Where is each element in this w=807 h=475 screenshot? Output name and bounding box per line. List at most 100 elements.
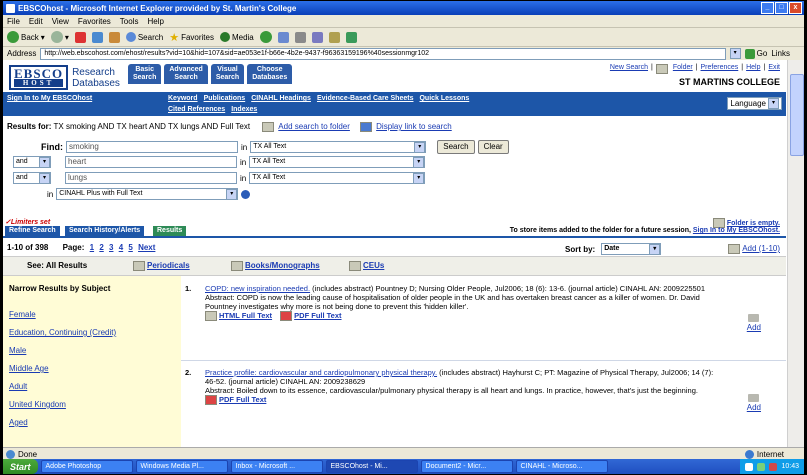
record-2-title[interactable]: Practice profile: cardiovascular and car… [205, 368, 437, 377]
search-term-1[interactable]: smoking [66, 141, 238, 153]
vertical-scrollbar[interactable] [787, 60, 804, 447]
language-select[interactable]: Language ▾ [727, 97, 782, 110]
menu-favorites[interactable]: Favorites [78, 17, 111, 26]
quick-lessons-link[interactable]: Quick Lessons [419, 95, 469, 102]
pdf-full-text-link-2[interactable]: PDF Full Text [205, 395, 266, 406]
bool-select-3[interactable]: and ▾ [13, 172, 51, 184]
scroll-thumb[interactable] [790, 74, 804, 156]
new-search-link[interactable]: New Search [610, 64, 648, 74]
add-search-to-folder-link[interactable]: Add search to folder [278, 122, 350, 131]
clear-button[interactable]: Clear [477, 140, 509, 154]
page-3-link[interactable]: 3 [109, 243, 113, 252]
help-link[interactable]: Help [746, 64, 760, 74]
page-1-link[interactable]: 1 [90, 243, 94, 252]
links-button[interactable]: Links [771, 49, 790, 58]
favorites-button[interactable]: ★ Favorites [169, 31, 214, 44]
record-1-title[interactable]: COPD: new inspiration needed. [205, 284, 310, 293]
menu-help[interactable]: Help [147, 17, 163, 26]
address-dropdown-icon[interactable]: ▾ [729, 48, 741, 59]
subject-united-kingdom[interactable]: United Kingdom [9, 400, 66, 409]
discuss-icon[interactable] [328, 31, 340, 43]
subject-female[interactable]: Female [9, 310, 36, 319]
forward-button[interactable]: ▾ [50, 31, 69, 43]
history-icon[interactable] [259, 31, 272, 43]
add-range-link[interactable]: Add (1-10) [728, 244, 780, 254]
subject-male[interactable]: Male [9, 346, 26, 355]
bool-select-2[interactable]: and ▾ [13, 156, 51, 168]
cited-references-link[interactable]: Cited References [168, 106, 225, 113]
signin-link[interactable]: Sign In to My EBSCOhost [7, 95, 92, 102]
tab-search-history[interactable]: Search History/Alerts [65, 226, 145, 236]
menu-edit[interactable]: Edit [29, 17, 43, 26]
minimize-button[interactable]: _ [761, 2, 774, 14]
tab-choose-databases[interactable]: Choose Databases [247, 64, 293, 84]
store-signin-link[interactable]: Sign In to My EBSCOhost. [693, 227, 780, 234]
field-select-1[interactable]: TX All Text ▾ [250, 141, 427, 153]
tab-advanced-search[interactable]: Advanced Search [164, 64, 208, 84]
tray-icon[interactable] [757, 462, 766, 471]
indexes-link[interactable]: Indexes [231, 106, 257, 113]
page-4-link[interactable]: 4 [119, 243, 123, 252]
keyword-link[interactable]: Keyword [168, 95, 198, 102]
search-term-2[interactable]: heart [65, 156, 237, 168]
record-1-add[interactable]: Add [747, 314, 761, 332]
tab-basic-search[interactable]: Basic Search [128, 64, 162, 84]
task-ebscohost[interactable]: EBSCOhost - Mi... [325, 460, 418, 473]
sort-select[interactable]: Date ▾ [601, 243, 662, 255]
mail-icon[interactable] [277, 31, 289, 43]
page-2-link[interactable]: 2 [99, 243, 103, 252]
menu-view[interactable]: View [52, 17, 69, 26]
back-button[interactable]: Back ▾ [7, 31, 45, 43]
evidence-care-sheets-link[interactable]: Evidence-Based Care Sheets [317, 95, 414, 102]
display-link-to-search[interactable]: Display link to search [376, 122, 452, 131]
search-button[interactable]: Search [125, 32, 163, 42]
address-input[interactable]: http://web.ebscohost.com/ehost/results?v… [40, 47, 726, 60]
edit-icon[interactable] [311, 31, 323, 43]
field-select-3[interactable]: TX All Text ▾ [249, 172, 426, 184]
task-cinahl[interactable]: CINAHL - Microso... [515, 460, 608, 473]
subject-aged[interactable]: Aged [9, 418, 28, 427]
subject-adult[interactable]: Adult [9, 382, 27, 391]
search-button-main[interactable]: Search [437, 140, 475, 154]
stop-icon[interactable] [74, 31, 86, 43]
start-button[interactable]: Start [3, 459, 38, 474]
task-photoshop[interactable]: Adobe Photoshop [40, 460, 133, 473]
messenger-icon[interactable] [345, 31, 357, 43]
page-5-link[interactable]: 5 [128, 243, 132, 252]
ceus-link[interactable]: CEUs [349, 261, 384, 271]
go-button[interactable]: Go [744, 48, 767, 59]
exit-link[interactable]: Exit [768, 64, 780, 74]
field-select-2[interactable]: TX All Text ▾ [249, 156, 426, 168]
preferences-link[interactable]: Preferences [701, 64, 739, 74]
ebsco-logo[interactable]: EBSCO HOST Research Databases [9, 65, 120, 90]
close-button[interactable]: x [789, 2, 802, 14]
pdf-full-text-link[interactable]: PDF Full Text [280, 311, 342, 322]
menu-tools[interactable]: Tools [120, 17, 139, 26]
periodicals-link[interactable]: Periodicals [133, 261, 190, 271]
books-monographs-link[interactable]: Books/Monographs [231, 261, 320, 271]
folder-link[interactable]: Folder [673, 64, 693, 74]
tab-refine-search[interactable]: Refine Search [5, 226, 60, 236]
tray-icon[interactable] [769, 462, 778, 471]
print-icon[interactable] [294, 31, 306, 43]
tab-visual-search[interactable]: Visual Search [210, 64, 245, 84]
html-full-text-link[interactable]: HTML Full Text [205, 311, 272, 322]
home-icon[interactable] [108, 31, 120, 43]
task-inbox[interactable]: Inbox - Microsoft ... [230, 460, 323, 473]
cinahl-headings-link[interactable]: CINAHL Headings [251, 95, 311, 102]
refresh-icon[interactable] [91, 31, 103, 43]
subject-education-continuing[interactable]: Education, Continuing (Credit) [9, 328, 116, 337]
tray-icon[interactable] [745, 462, 754, 471]
help-icon[interactable] [241, 189, 251, 199]
tab-results[interactable]: Results [153, 226, 187, 236]
maximize-button[interactable]: □ [775, 2, 788, 14]
task-media-player[interactable]: Windows Media Pl... [135, 460, 228, 473]
task-document2[interactable]: Document2 - Micr... [420, 460, 513, 473]
menu-file[interactable]: File [7, 17, 20, 26]
record-2-add[interactable]: Add [747, 394, 761, 412]
media-button[interactable]: Media [219, 32, 254, 42]
limiters-set[interactable]: ✓Limiters set [5, 218, 50, 226]
database-select[interactable]: CINAHL Plus with Full Text ▾ [56, 188, 239, 200]
subject-middle-age[interactable]: Middle Age [9, 364, 49, 373]
search-term-3[interactable]: lungs [65, 172, 237, 184]
